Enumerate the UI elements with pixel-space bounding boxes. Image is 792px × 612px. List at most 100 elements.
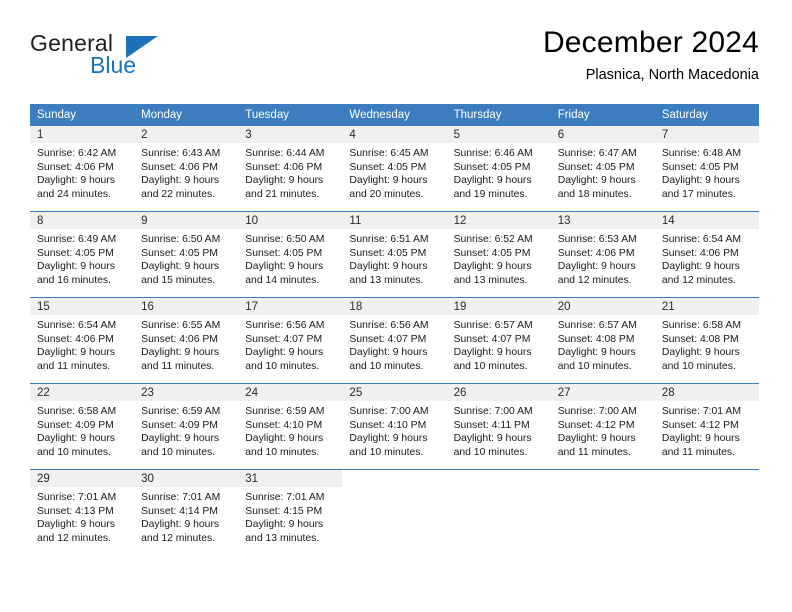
sunrise-text: Sunrise: 7:01 AM bbox=[37, 492, 117, 503]
sunset-text: Sunset: 4:15 PM bbox=[245, 505, 323, 517]
day-cell[interactable]: 25 Sunrise: 7:00 AM Sunset: 4:10 PM Dayligh… bbox=[342, 383, 447, 470]
day-number: 25 bbox=[342, 384, 447, 401]
day-number: 28 bbox=[654, 384, 759, 401]
daylight-text-line2: and 10 minutes. bbox=[557, 360, 632, 372]
sunrise-text: Sunrise: 6:56 AM bbox=[349, 320, 429, 331]
day-details: Sunrise: 6:59 AM Sunset: 4:09 PM Daylight:… bbox=[134, 401, 238, 459]
sunrise-text: Sunrise: 6:42 AM bbox=[37, 148, 117, 159]
day-cell[interactable]: 28 Sunrise: 7:01 AM Sunset: 4:12 PM Dayligh… bbox=[654, 383, 759, 470]
sunrise-text: Sunrise: 7:00 AM bbox=[453, 406, 533, 417]
day-cell[interactable]: 18 Sunrise: 6:56 AM Sunset: 4:07 PM Dayligh… bbox=[342, 297, 447, 384]
daylight-text-line2: and 10 minutes. bbox=[141, 446, 216, 458]
day-cell[interactable]: 1 Sunrise: 6:42 AM Sunset: 4:06 PM Daylight… bbox=[30, 126, 135, 212]
daylight-text-line2: and 16 minutes. bbox=[37, 274, 111, 286]
sunset-text: Sunset: 4:05 PM bbox=[661, 161, 739, 173]
week-row: 22 Sunrise: 6:58 AM Sunset: 4:09 PM Dayligh… bbox=[30, 383, 759, 470]
day-cell[interactable]: 11 Sunrise: 6:51 AM Sunset: 4:05 PM Dayligh… bbox=[342, 211, 447, 298]
sunrise-text: Sunrise: 7:00 AM bbox=[557, 406, 637, 417]
sunset-text: Sunset: 4:06 PM bbox=[37, 161, 114, 173]
title-block: December 2024 Plasnica, North Macedonia bbox=[543, 26, 759, 84]
general-blue-logo[interactable]: General Blue bbox=[30, 30, 210, 86]
day-cell[interactable]: 12 Sunrise: 6:52 AM Sunset: 4:05 PM Dayligh… bbox=[446, 211, 551, 298]
day-number bbox=[342, 470, 446, 487]
day-details: Sunrise: 6:52 AM Sunset: 4:05 PM Daylight:… bbox=[447, 229, 551, 287]
sunrise-text: Sunrise: 6:57 AM bbox=[453, 320, 533, 331]
daylight-text-line2: and 10 minutes. bbox=[245, 446, 320, 458]
day-details: Sunrise: 6:51 AM Sunset: 4:05 PM Daylight:… bbox=[342, 229, 446, 287]
daylight-text-line2: and 10 minutes. bbox=[245, 360, 320, 372]
day-number: 20 bbox=[550, 298, 655, 315]
daylight-text-line1: Daylight: 9 hours bbox=[245, 347, 324, 359]
day-cell[interactable]: 7 Sunrise: 6:48 AM Sunset: 4:05 PM Daylight… bbox=[654, 126, 759, 212]
day-cell[interactable]: 6 Sunrise: 6:47 AM Sunset: 4:05 PM Daylight… bbox=[550, 126, 655, 212]
day-cell[interactable]: 30 Sunrise: 7:01 AM Sunset: 4:14 PM Dayligh… bbox=[134, 469, 239, 555]
weekday-header-monday: Monday bbox=[134, 104, 239, 126]
sunset-text: Sunset: 4:08 PM bbox=[661, 333, 739, 345]
day-number: 1 bbox=[30, 126, 135, 143]
day-number: 30 bbox=[134, 470, 239, 487]
day-cell[interactable]: 9 Sunrise: 6:50 AM Sunset: 4:05 PM Daylight… bbox=[134, 211, 239, 298]
day-details: Sunrise: 6:57 AM Sunset: 4:07 PM Daylight:… bbox=[447, 315, 551, 373]
day-number: 23 bbox=[134, 384, 239, 401]
day-details: Sunrise: 6:46 AM Sunset: 4:05 PM Daylight:… bbox=[447, 143, 551, 201]
day-number: 24 bbox=[238, 384, 343, 401]
day-cell[interactable]: 22 Sunrise: 6:58 AM Sunset: 4:09 PM Dayligh… bbox=[30, 383, 135, 470]
daylight-text-line1: Daylight: 9 hours bbox=[557, 433, 636, 445]
day-cell[interactable]: 8 Sunrise: 6:49 AM Sunset: 4:05 PM Daylight… bbox=[30, 211, 135, 298]
daylight-text-line1: Daylight: 9 hours bbox=[141, 347, 220, 359]
day-cell[interactable]: 23 Sunrise: 6:59 AM Sunset: 4:09 PM Dayligh… bbox=[134, 383, 239, 470]
sunset-text: Sunset: 4:06 PM bbox=[245, 161, 323, 173]
day-cell[interactable]: 27 Sunrise: 7:00 AM Sunset: 4:12 PM Dayligh… bbox=[550, 383, 655, 470]
day-cell[interactable]: 15 Sunrise: 6:54 AM Sunset: 4:06 PM Dayligh… bbox=[30, 297, 135, 384]
day-cell[interactable]: 14 Sunrise: 6:54 AM Sunset: 4:06 PM Dayligh… bbox=[654, 211, 759, 298]
day-cell[interactable]: 24 Sunrise: 6:59 AM Sunset: 4:10 PM Dayligh… bbox=[238, 383, 343, 470]
day-number: 9 bbox=[134, 212, 239, 229]
sunrise-text: Sunrise: 6:58 AM bbox=[661, 320, 741, 331]
day-cell[interactable]: 31 Sunrise: 7:01 AM Sunset: 4:15 PM Dayligh… bbox=[238, 469, 343, 555]
daylight-text-line1: Daylight: 9 hours bbox=[37, 347, 115, 359]
weekday-header-row: Sunday Monday Tuesday Wednesday Thursday… bbox=[30, 104, 759, 126]
day-cell[interactable]: 26 Sunrise: 7:00 AM Sunset: 4:11 PM Dayligh… bbox=[446, 383, 551, 470]
calendar-body: 1 Sunrise: 6:42 AM Sunset: 4:06 PM Daylight… bbox=[30, 126, 759, 555]
day-number bbox=[447, 470, 551, 487]
day-cell[interactable]: 10 Sunrise: 6:50 AM Sunset: 4:05 PM Dayligh… bbox=[238, 211, 343, 298]
day-cell[interactable]: 17 Sunrise: 6:56 AM Sunset: 4:07 PM Dayligh… bbox=[238, 297, 343, 384]
day-details: Sunrise: 6:54 AM Sunset: 4:06 PM Daylight:… bbox=[30, 315, 134, 373]
weekday-header-sunday: Sunday bbox=[30, 104, 135, 126]
day-details: Sunrise: 6:56 AM Sunset: 4:07 PM Daylight:… bbox=[238, 315, 342, 373]
sunset-text: Sunset: 4:09 PM bbox=[141, 419, 218, 431]
daylight-text-line2: and 12 minutes. bbox=[557, 274, 632, 286]
day-cell[interactable]: 2 Sunrise: 6:43 AM Sunset: 4:06 PM Daylight… bbox=[134, 126, 239, 212]
day-number: 27 bbox=[550, 384, 655, 401]
day-details: Sunrise: 6:55 AM Sunset: 4:06 PM Daylight:… bbox=[134, 315, 238, 373]
day-cell[interactable]: 5 Sunrise: 6:46 AM Sunset: 4:05 PM Daylight… bbox=[446, 126, 551, 212]
daylight-text-line1: Daylight: 9 hours bbox=[661, 347, 740, 359]
day-cell[interactable]: 29 Sunrise: 7:01 AM Sunset: 4:13 PM Dayligh… bbox=[30, 469, 135, 555]
daylight-text-line2: and 17 minutes. bbox=[661, 188, 736, 200]
daylight-text-line2: and 11 minutes. bbox=[661, 446, 736, 458]
sunrise-text: Sunrise: 6:48 AM bbox=[661, 148, 741, 159]
day-cell[interactable]: 4 Sunrise: 6:45 AM Sunset: 4:05 PM Daylight… bbox=[342, 126, 447, 212]
daylight-text-line2: and 11 minutes. bbox=[557, 446, 631, 458]
day-details: Sunrise: 6:43 AM Sunset: 4:06 PM Daylight:… bbox=[134, 143, 238, 201]
day-cell[interactable]: 21 Sunrise: 6:58 AM Sunset: 4:08 PM Dayligh… bbox=[654, 297, 759, 384]
day-cell[interactable]: 19 Sunrise: 6:57 AM Sunset: 4:07 PM Dayligh… bbox=[446, 297, 551, 384]
daylight-text-line1: Daylight: 9 hours bbox=[661, 261, 740, 273]
day-cell-empty bbox=[342, 469, 447, 555]
week-row: 8 Sunrise: 6:49 AM Sunset: 4:05 PM Daylight… bbox=[30, 211, 759, 298]
day-cell[interactable]: 13 Sunrise: 6:53 AM Sunset: 4:06 PM Dayligh… bbox=[550, 211, 655, 298]
day-details: Sunrise: 7:01 AM Sunset: 4:12 PM Daylight:… bbox=[655, 401, 759, 459]
day-cell[interactable]: 20 Sunrise: 6:57 AM Sunset: 4:08 PM Dayligh… bbox=[550, 297, 655, 384]
day-cell[interactable]: 16 Sunrise: 6:55 AM Sunset: 4:06 PM Dayligh… bbox=[134, 297, 239, 384]
sunrise-text: Sunrise: 6:49 AM bbox=[37, 234, 117, 245]
sunset-text: Sunset: 4:06 PM bbox=[37, 333, 114, 345]
day-number: 19 bbox=[446, 298, 551, 315]
daylight-text-line1: Daylight: 9 hours bbox=[661, 433, 740, 445]
sunrise-text: Sunrise: 6:46 AM bbox=[453, 148, 533, 159]
day-number: 6 bbox=[550, 126, 655, 143]
day-cell[interactable]: 3 Sunrise: 6:44 AM Sunset: 4:06 PM Daylight… bbox=[238, 126, 343, 212]
daylight-text-line2: and 20 minutes. bbox=[349, 188, 424, 200]
day-number: 16 bbox=[134, 298, 239, 315]
daylight-text-line2: and 24 minutes. bbox=[37, 188, 111, 200]
day-number: 4 bbox=[342, 126, 447, 143]
